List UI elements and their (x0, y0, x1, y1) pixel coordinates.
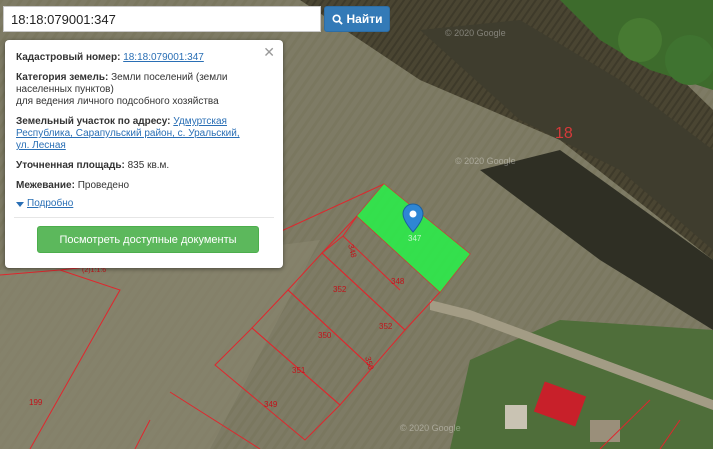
watermark: © 2020 Google (445, 28, 506, 38)
search-box (3, 6, 321, 32)
survey-value: Проведено (77, 180, 130, 191)
search-button-label: Найти (346, 12, 383, 26)
plot-label: 350 (318, 331, 332, 340)
area-label: Уточненная площадь: (16, 160, 125, 171)
plot-label: 348 (391, 277, 405, 286)
survey-label: Межевание: (16, 180, 75, 191)
plot-label: 199 (29, 398, 43, 407)
details-link[interactable]: Подробно (27, 198, 73, 210)
category-row: Категория земель: Земли поселений (земли… (16, 72, 272, 108)
category-use: для ведения личного подсобного хозяйства (16, 96, 219, 107)
tree (665, 35, 713, 85)
tree (618, 18, 662, 62)
search-icon (331, 13, 343, 25)
category-label: Категория земель: (16, 72, 109, 83)
view-documents-label: Посмотреть доступные документы (59, 233, 237, 246)
watermark: © 2020 Google (455, 156, 516, 166)
cadastral-link[interactable]: 18:18:079001:347 (123, 52, 204, 63)
plot-label: 352 (379, 322, 393, 331)
survey-row: Межевание: Проведено (16, 180, 272, 192)
watermark: © 2020 Google (400, 423, 461, 433)
divider (14, 217, 274, 218)
area-value: 835 кв.м. (127, 160, 170, 171)
area-row: Уточненная площадь: 835 кв.м. (16, 160, 272, 172)
cadastral-label: Кадастровый номер: (16, 52, 121, 63)
plot-label: (2)1:1:6 (82, 267, 106, 274)
search-input[interactable] (4, 7, 320, 31)
address-row: Земельный участок по адресу: Удмуртская … (16, 116, 272, 152)
house (590, 420, 620, 442)
details-toggle[interactable]: Подробно (16, 198, 272, 210)
caret-down-icon (16, 201, 24, 207)
parcel-info-popup: ✕ Кадастровый номер: 18:18:079001:347 Ка… (5, 40, 283, 268)
cadastral-row: Кадастровый номер: 18:18:079001:347 (16, 52, 272, 64)
house (505, 405, 527, 429)
plot-label: 349 (264, 400, 278, 409)
address-label: Земельный участок по адресу: (16, 116, 171, 127)
plot-label: 352 (333, 285, 347, 294)
block-number: 18 (555, 125, 573, 142)
view-documents-button[interactable]: Посмотреть доступные документы (37, 226, 259, 253)
close-icon[interactable]: ✕ (263, 45, 275, 59)
plot-label: 351 (292, 366, 306, 375)
search-button[interactable]: Найти (324, 6, 390, 32)
marker-plot-label: 347 (408, 234, 422, 243)
